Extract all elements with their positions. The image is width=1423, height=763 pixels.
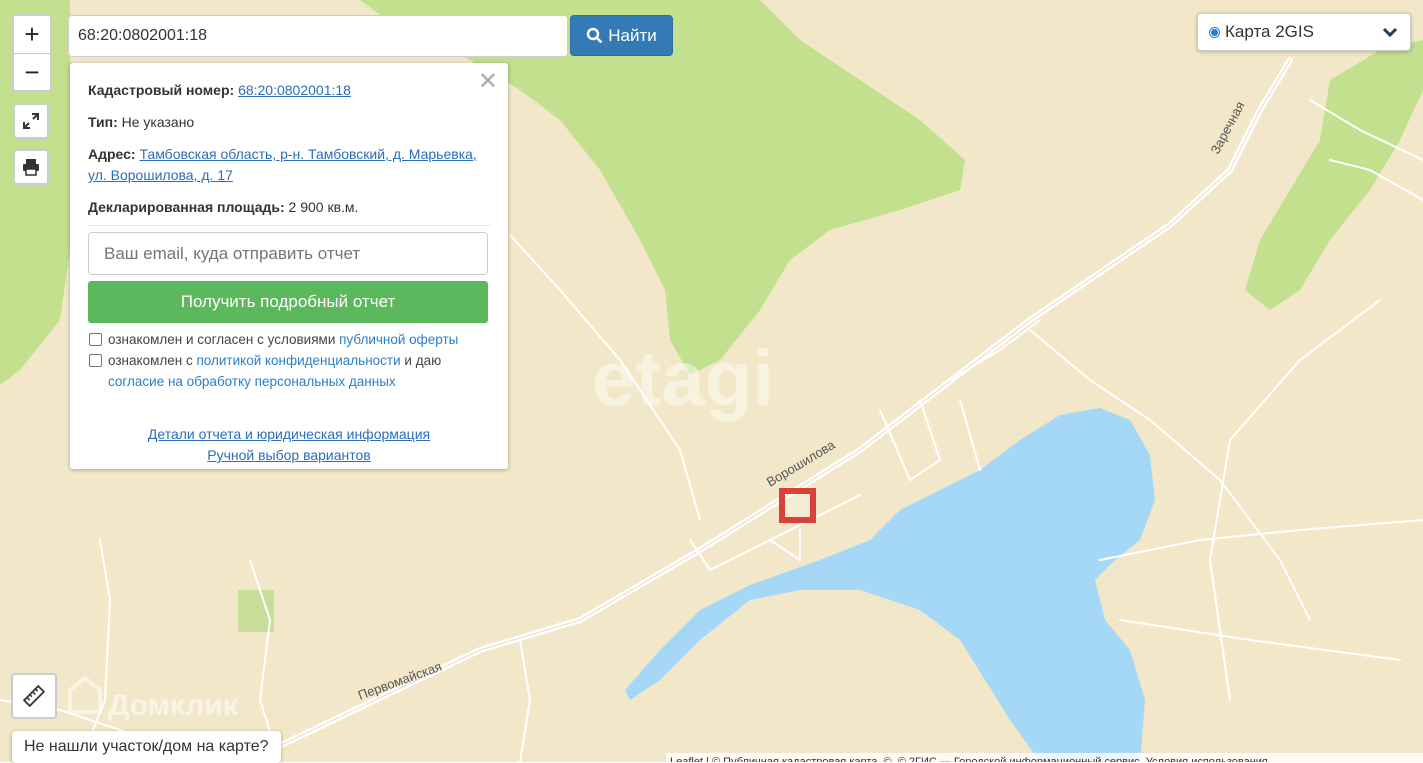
consent-privacy-prefix: ознакомлен с <box>108 353 193 368</box>
type-row: Тип: Не указано <box>88 112 490 133</box>
zoom-control: + − <box>12 14 52 92</box>
consent-offer-text: ознакомлен и согласен с условиями публич… <box>108 329 458 350</box>
consent-offer: ознакомлен и согласен с условиями публич… <box>88 329 490 350</box>
search-button[interactable]: Найти <box>570 15 673 56</box>
area-row: Декларированная площадь: 2 900 кв.м. <box>88 197 490 218</box>
divider <box>88 225 490 226</box>
address-link[interactable]: Тамбовская область, р-н. Тамбовский, д. … <box>88 146 477 183</box>
public-offer-link[interactable]: публичной оферты <box>339 332 458 347</box>
not-found-button[interactable]: Не нашли участок/дом на карте? <box>12 731 281 763</box>
expand-icon <box>23 113 39 129</box>
cadastral-search-input[interactable] <box>68 15 568 57</box>
layer-selected-label: Карта 2GIS <box>1225 22 1314 41</box>
area-value: 2 900 кв.м. <box>288 199 359 215</box>
get-report-button[interactable]: Получить подробный отчет <box>88 281 488 323</box>
map-attribution: Leaflet | © Публичная кадастровая карта,… <box>666 753 1423 762</box>
area-label: Декларированная площадь: <box>88 199 285 215</box>
report-details-link[interactable]: Детали отчета и юридическая информация <box>88 424 490 445</box>
chevron-down-icon <box>1382 27 1398 38</box>
consent-offer-prefix: ознакомлен и согласен с условиями <box>108 332 336 347</box>
consent-privacy-text: ознакомлен с политикой конфиденциальност… <box>108 350 441 392</box>
privacy-checkbox[interactable] <box>89 354 102 367</box>
cadastral-number-link[interactable]: 68:20:0802001:18 <box>238 82 351 98</box>
zoom-out-button[interactable]: − <box>14 54 50 91</box>
type-value: Не указано <box>121 114 195 130</box>
address-row: Адрес: Тамбовская область, р-н. Тамбовск… <box>88 144 490 186</box>
privacy-policy-link[interactable]: политикой конфиденциальности <box>196 353 400 368</box>
map-layer-select[interactable]: Карта 2GIS <box>1197 13 1411 51</box>
email-field[interactable] <box>88 232 488 275</box>
zoom-in-button[interactable]: + <box>14 16 50 54</box>
manual-selection-link[interactable]: Ручной выбор вариантов <box>88 445 490 466</box>
offer-checkbox[interactable] <box>89 333 102 346</box>
close-icon[interactable]: ✕ <box>478 70 498 94</box>
parcel-marker[interactable] <box>779 488 816 523</box>
consent-privacy-mid: и даю <box>404 353 442 368</box>
address-label: Адрес: <box>88 146 136 162</box>
personal-data-consent-link[interactable]: согласие на обработку персональных данны… <box>108 374 396 389</box>
search-icon <box>586 27 603 44</box>
type-label: Тип: <box>88 114 118 130</box>
radio-selected-icon <box>1209 26 1220 38</box>
search-button-label: Найти <box>608 25 657 45</box>
printer-icon <box>23 159 39 176</box>
print-button[interactable] <box>13 149 49 185</box>
cadastral-row: Кадастровый номер: 68:20:0802001:18 <box>88 80 490 101</box>
cadastral-label: Кадастровый номер: <box>88 82 235 98</box>
etagi-watermark: etagi <box>592 334 774 422</box>
measure-button[interactable] <box>11 673 57 719</box>
parcel-info-popup: ✕ Кадастровый номер: 68:20:0802001:18 Ти… <box>70 63 508 469</box>
ruler-icon <box>23 685 45 707</box>
domclick-watermark: Домклик <box>108 689 239 722</box>
popup-footer-links: Детали отчета и юридическая информация Р… <box>88 424 490 466</box>
consent-privacy: ознакомлен с политикой конфиденциальност… <box>88 350 490 392</box>
fullscreen-button[interactable] <box>13 103 49 139</box>
